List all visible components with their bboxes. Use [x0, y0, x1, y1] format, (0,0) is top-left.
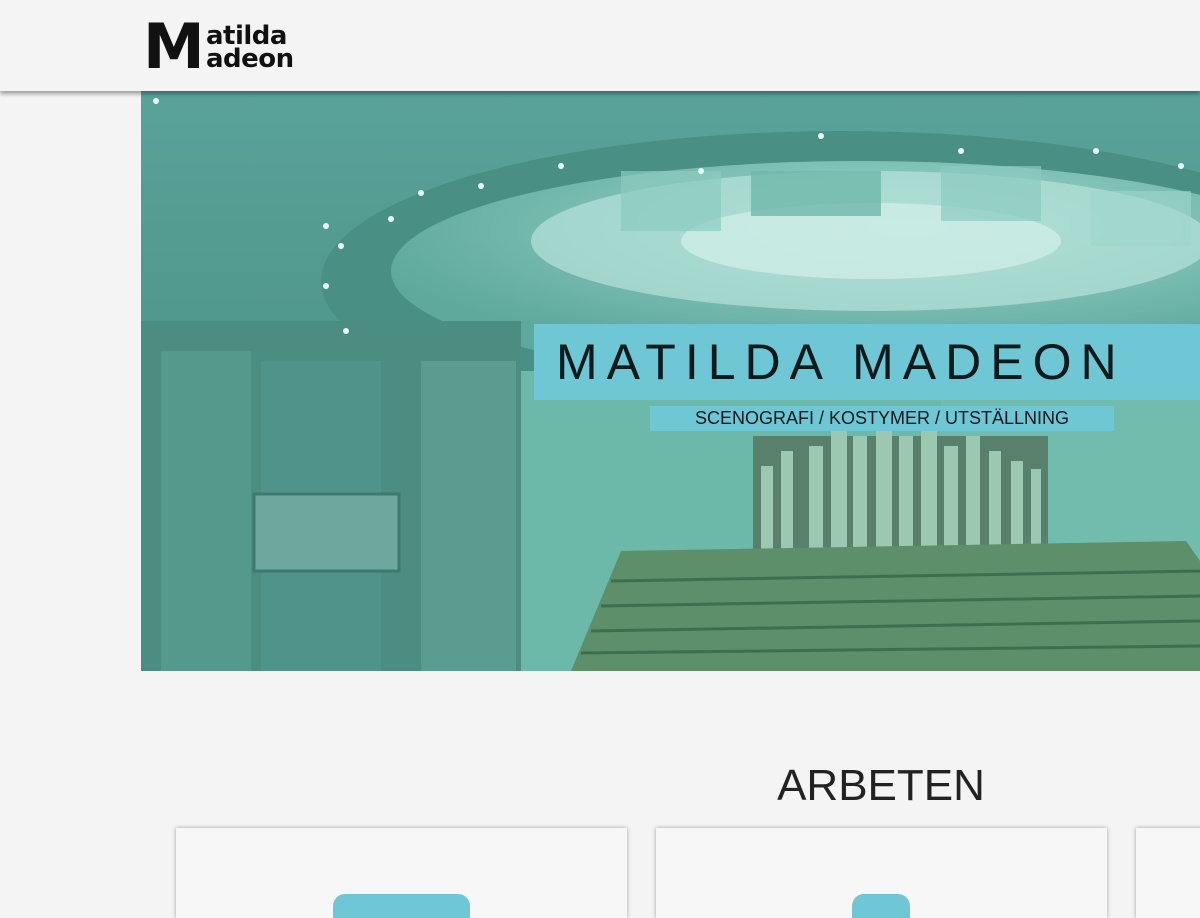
logo-line-2: adeon [206, 44, 294, 74]
hero-subtitle: SCENOGRAFI / KOSTYMER / UTSTÄLLNING [650, 406, 1114, 431]
work-card-tag [852, 894, 910, 918]
work-card-tag [333, 894, 470, 918]
hero-title: MATILDA MADEON [534, 324, 1200, 400]
site-logo[interactable]: M atilda adeon [143, 10, 315, 83]
work-card[interactable] [656, 828, 1107, 918]
work-card[interactable] [1136, 828, 1200, 918]
site-header: M atilda adeon [0, 0, 1200, 91]
hero-banner: MATILDA MADEON SCENOGRAFI / KOSTYMER / U… [141, 91, 1200, 671]
work-card[interactable] [176, 828, 627, 918]
logo-initial: M [143, 10, 205, 83]
works-heading: ARBETEN [777, 761, 985, 810]
